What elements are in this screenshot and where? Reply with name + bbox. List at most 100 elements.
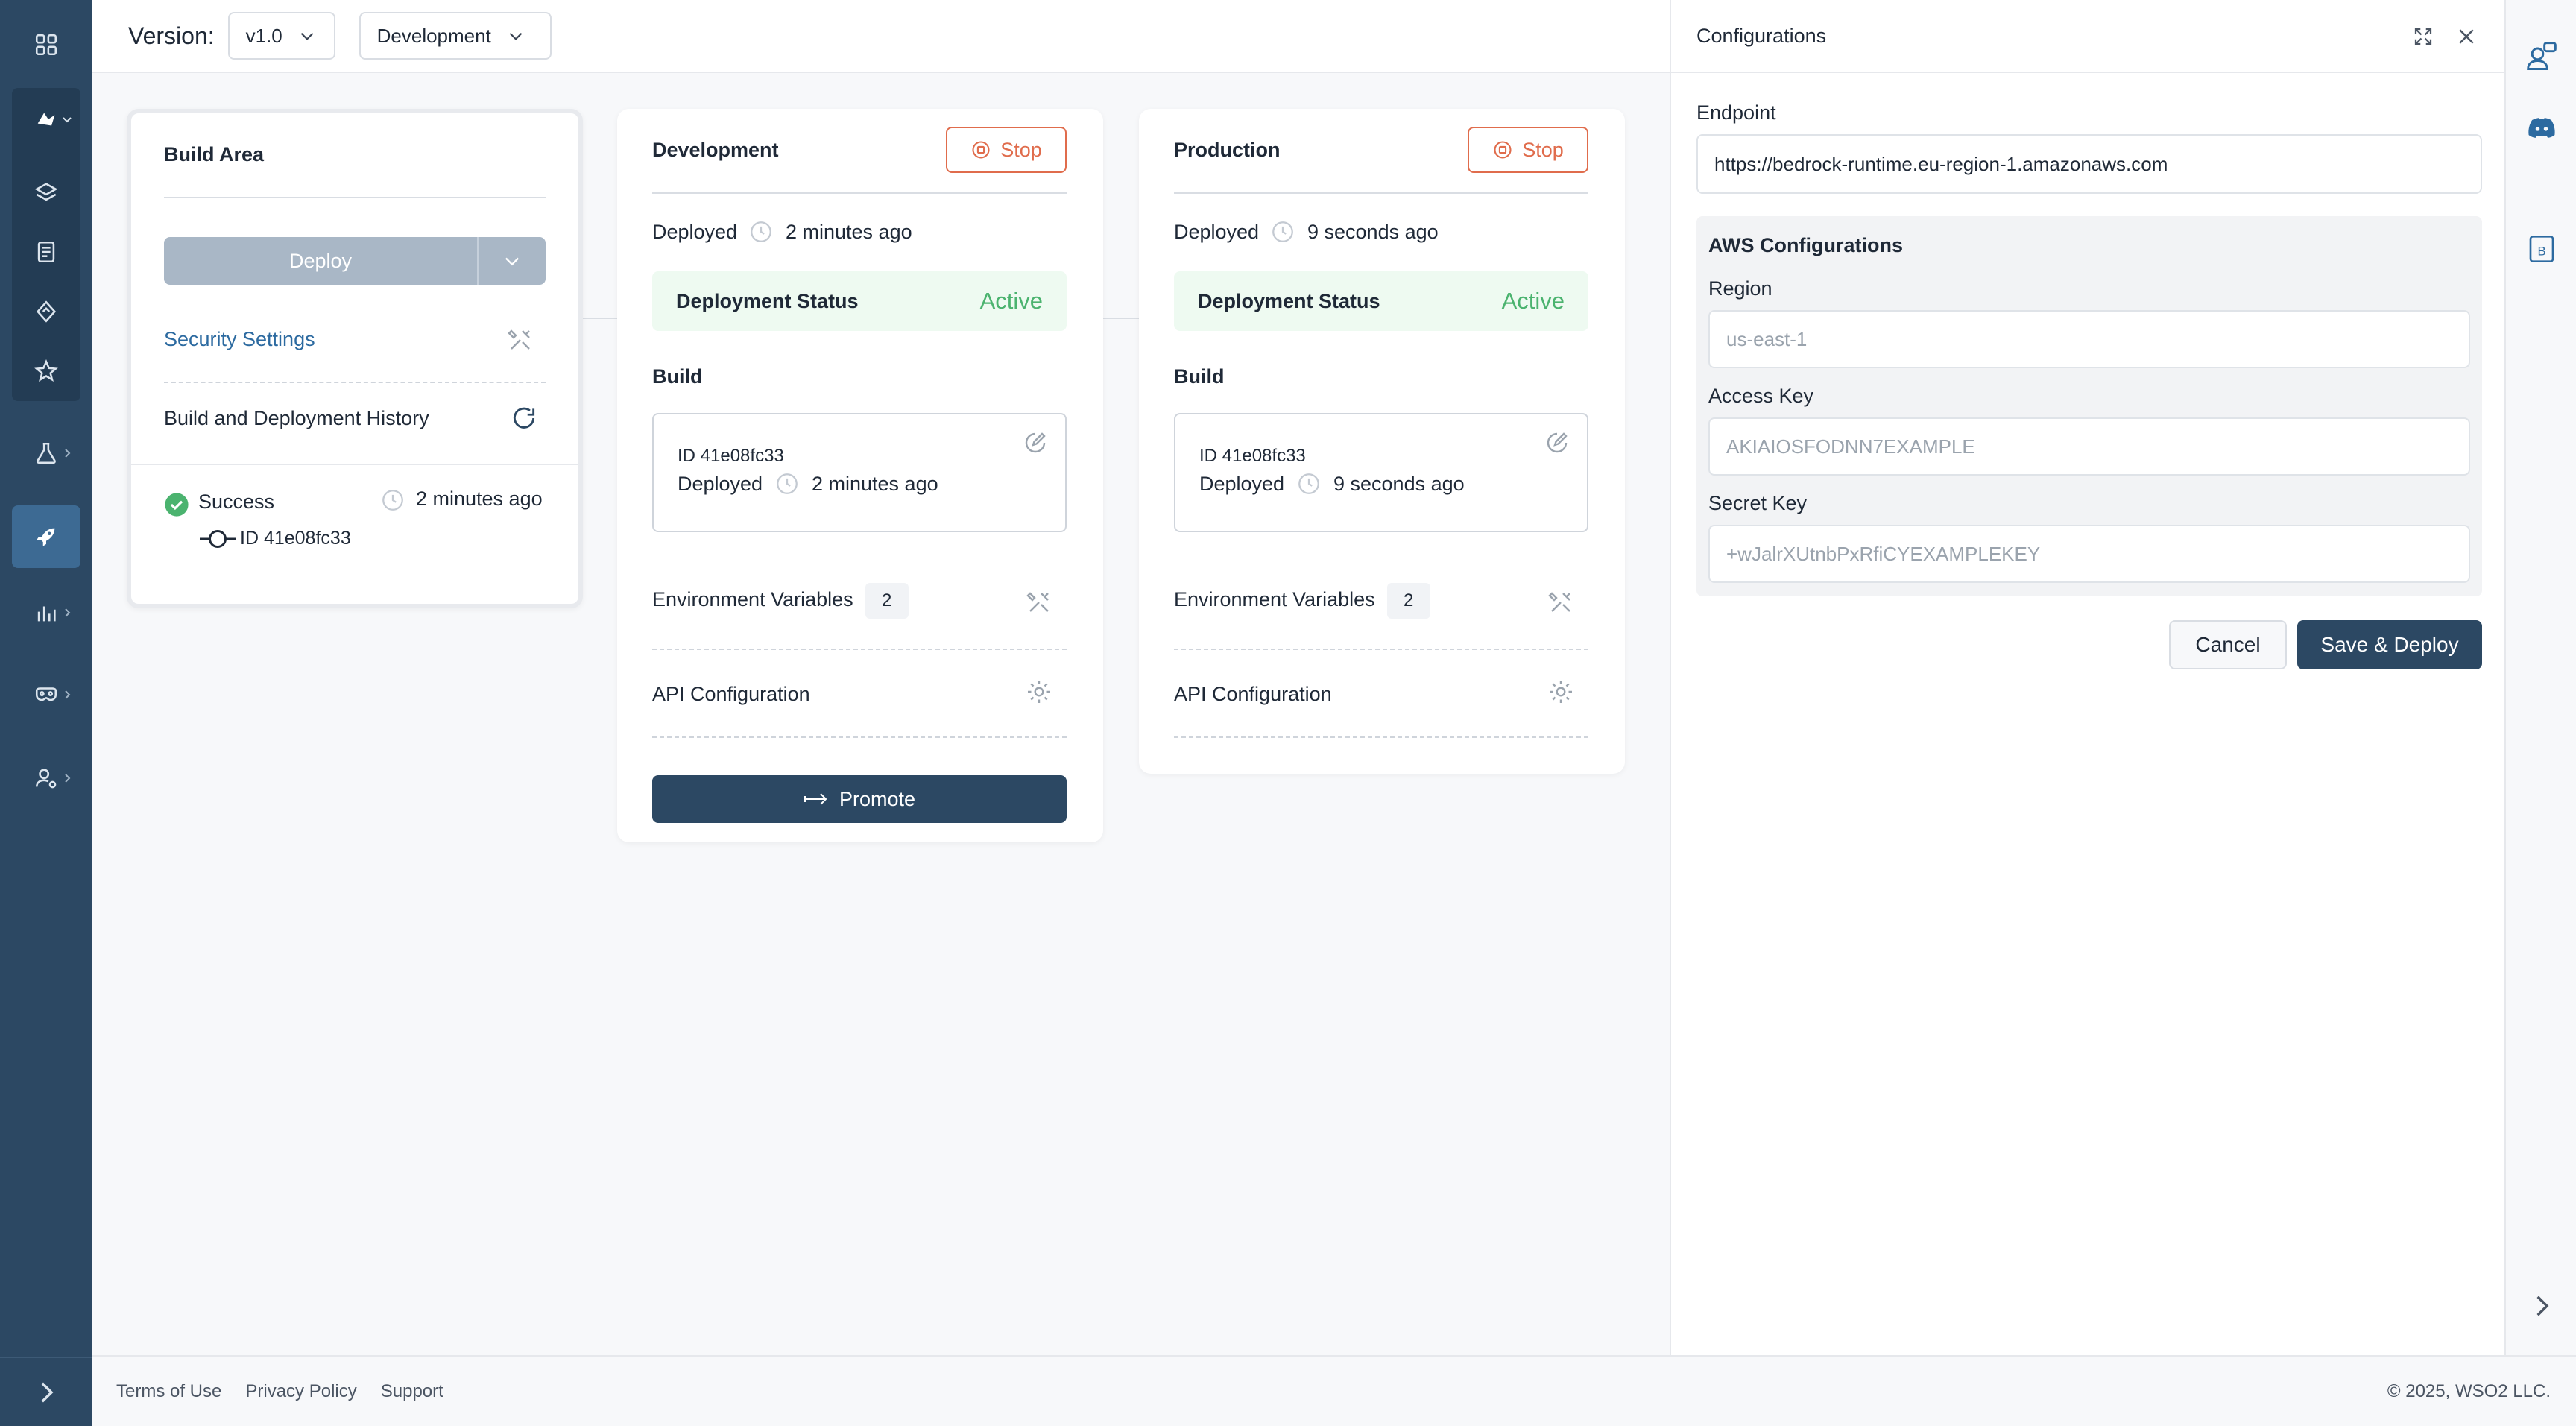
commit-icon (200, 530, 236, 548)
deployed-time: 2 minutes ago (786, 221, 912, 243)
region-label: Region (1708, 277, 1772, 300)
sidebar-item-project[interactable] (12, 88, 80, 151)
security-settings-link[interactable]: Security Settings (164, 328, 315, 351)
endpoint-input[interactable]: https://bedrock-runtime.eu-region-1.amaz… (1696, 134, 2482, 194)
sidebar-item-admin[interactable] (12, 747, 80, 810)
tools-icon[interactable] (1026, 589, 1052, 616)
clock-icon (751, 221, 771, 242)
deploy-button-label: Deploy (288, 249, 353, 272)
chevron-right-icon[interactable] (2531, 1293, 2552, 1319)
build-deployed-label: Deployed (678, 473, 763, 495)
sidebar-item-documents[interactable] (12, 221, 80, 283)
refresh-icon[interactable] (510, 404, 538, 432)
cancel-button[interactable]: Cancel (2169, 620, 2287, 669)
environment-title: Development (652, 139, 779, 161)
history-title: Build and Deployment History (164, 407, 429, 429)
stop-icon (1494, 141, 1512, 159)
privacy-link[interactable]: Privacy Policy (245, 1381, 356, 1402)
secret-key-input[interactable]: +wJalrXUtnbPxRfiCYEXAMPLEKEY (1708, 525, 2470, 583)
clock-icon (382, 490, 403, 511)
divider (652, 192, 1067, 194)
chevron-right-icon (65, 449, 71, 458)
support-link[interactable]: Support (381, 1381, 443, 1402)
build-box: ID 41e08fc33 Deployed 2 minutes ago (652, 413, 1067, 532)
env-vars-text: Environment Variables (652, 588, 853, 611)
build-box: ID 41e08fc33 Deployed 9 seconds ago (1174, 413, 1588, 532)
configurations-panel: Configurations Endpoint https://bedrock-… (1670, 0, 2506, 1355)
sidebar-item-deploy[interactable] (12, 505, 80, 568)
aws-configurations-section: AWS Configurations Region us-east-1 Acce… (1696, 216, 2482, 596)
build-section-title: Build (652, 365, 703, 388)
promote-button[interactable]: Promote (652, 775, 1067, 823)
panel-header: Configurations (1671, 0, 2506, 73)
panel-title: Configurations (1696, 24, 1827, 47)
edit-circle-icon[interactable] (1544, 429, 1570, 456)
deployment-status-label: Deployment Status (1198, 289, 1380, 312)
discord-icon[interactable] (2525, 112, 2558, 145)
deploy-button[interactable]: Deploy (164, 237, 546, 285)
version-value: v1.0 (245, 24, 282, 47)
version-select[interactable]: v1.0 (227, 12, 335, 60)
build-id: ID 41e08fc33 (678, 446, 784, 466)
chevron-down-icon (505, 257, 519, 266)
svg-text:B: B (2537, 244, 2545, 258)
build-area-card: Build Area Deploy Security Settings Buil… (127, 109, 583, 608)
star-icon (34, 359, 58, 382)
deploy-dropdown-toggle[interactable] (479, 250, 546, 271)
env-vars-label: Environment Variables 2 (652, 583, 909, 619)
build-id: ID 41e08fc33 (1199, 446, 1306, 466)
gear-icon[interactable] (1547, 678, 1574, 705)
chart-icon (37, 606, 56, 622)
sidebar-expand-toggle[interactable] (0, 1357, 92, 1426)
access-key-label: Access Key (1708, 385, 1814, 407)
arrow-right-icon (804, 793, 827, 805)
deployed-label: Deployed (652, 221, 738, 243)
chevron-down-icon (63, 117, 72, 123)
clock-icon (1298, 473, 1319, 494)
sync-icon (36, 300, 57, 323)
terms-link[interactable]: Terms of Use (116, 1381, 221, 1402)
promote-button-label: Promote (839, 787, 916, 810)
env-vars-text: Environment Variables (1174, 588, 1375, 611)
stop-button[interactable]: Stop (1468, 127, 1588, 173)
build-area-title: Build Area (164, 143, 265, 165)
environment-value: Development (376, 24, 491, 47)
top-header: Version: v1.0 Development (92, 0, 1670, 73)
access-key-input[interactable]: AKIAIOSFODNN7EXAMPLE (1708, 417, 2470, 476)
history-time: 2 minutes ago (416, 488, 543, 510)
tools-icon[interactable] (507, 326, 534, 353)
b-book-icon[interactable]: B (2527, 233, 2557, 265)
sidebar-item-layers[interactable] (12, 161, 80, 224)
build-deployed-label: Deployed (1199, 473, 1285, 495)
clock-icon (777, 473, 798, 494)
divider (1174, 192, 1588, 194)
environment-select[interactable]: Development (359, 12, 552, 60)
layers-icon (34, 183, 58, 201)
version-label: Version: (128, 22, 215, 49)
right-rail: B (2504, 0, 2576, 1355)
region-input[interactable]: us-east-1 (1708, 310, 2470, 368)
edit-circle-icon[interactable] (1022, 429, 1049, 456)
save-deploy-button[interactable]: Save & Deploy (2297, 620, 2482, 669)
sidebar-item-favorites[interactable] (12, 340, 80, 403)
support-agent-icon[interactable] (2525, 40, 2558, 73)
sidebar-item-governance[interactable] (12, 663, 80, 726)
stop-button[interactable]: Stop (946, 127, 1067, 173)
chevron-right-icon (65, 774, 71, 783)
user-settings-icon (35, 769, 57, 789)
close-icon[interactable] (2455, 25, 2478, 48)
tools-icon[interactable] (1547, 589, 1574, 616)
dashed-divider (652, 649, 1067, 650)
sidebar-item-analytics[interactable] (12, 581, 80, 644)
stop-button-label: Stop (1522, 138, 1564, 161)
gear-icon[interactable] (1026, 678, 1052, 705)
stop-icon (972, 141, 990, 159)
document-icon (37, 241, 55, 263)
sidebar-item-home[interactable] (12, 13, 80, 76)
copyright: © 2025, WSO2 LLC. (2387, 1381, 2551, 1401)
sidebar-item-test[interactable] (12, 422, 80, 485)
expand-icon[interactable] (2412, 25, 2434, 48)
sidebar-item-sync[interactable] (12, 280, 80, 343)
deployment-status-value: Active (979, 288, 1043, 314)
dashed-divider (1174, 736, 1588, 738)
